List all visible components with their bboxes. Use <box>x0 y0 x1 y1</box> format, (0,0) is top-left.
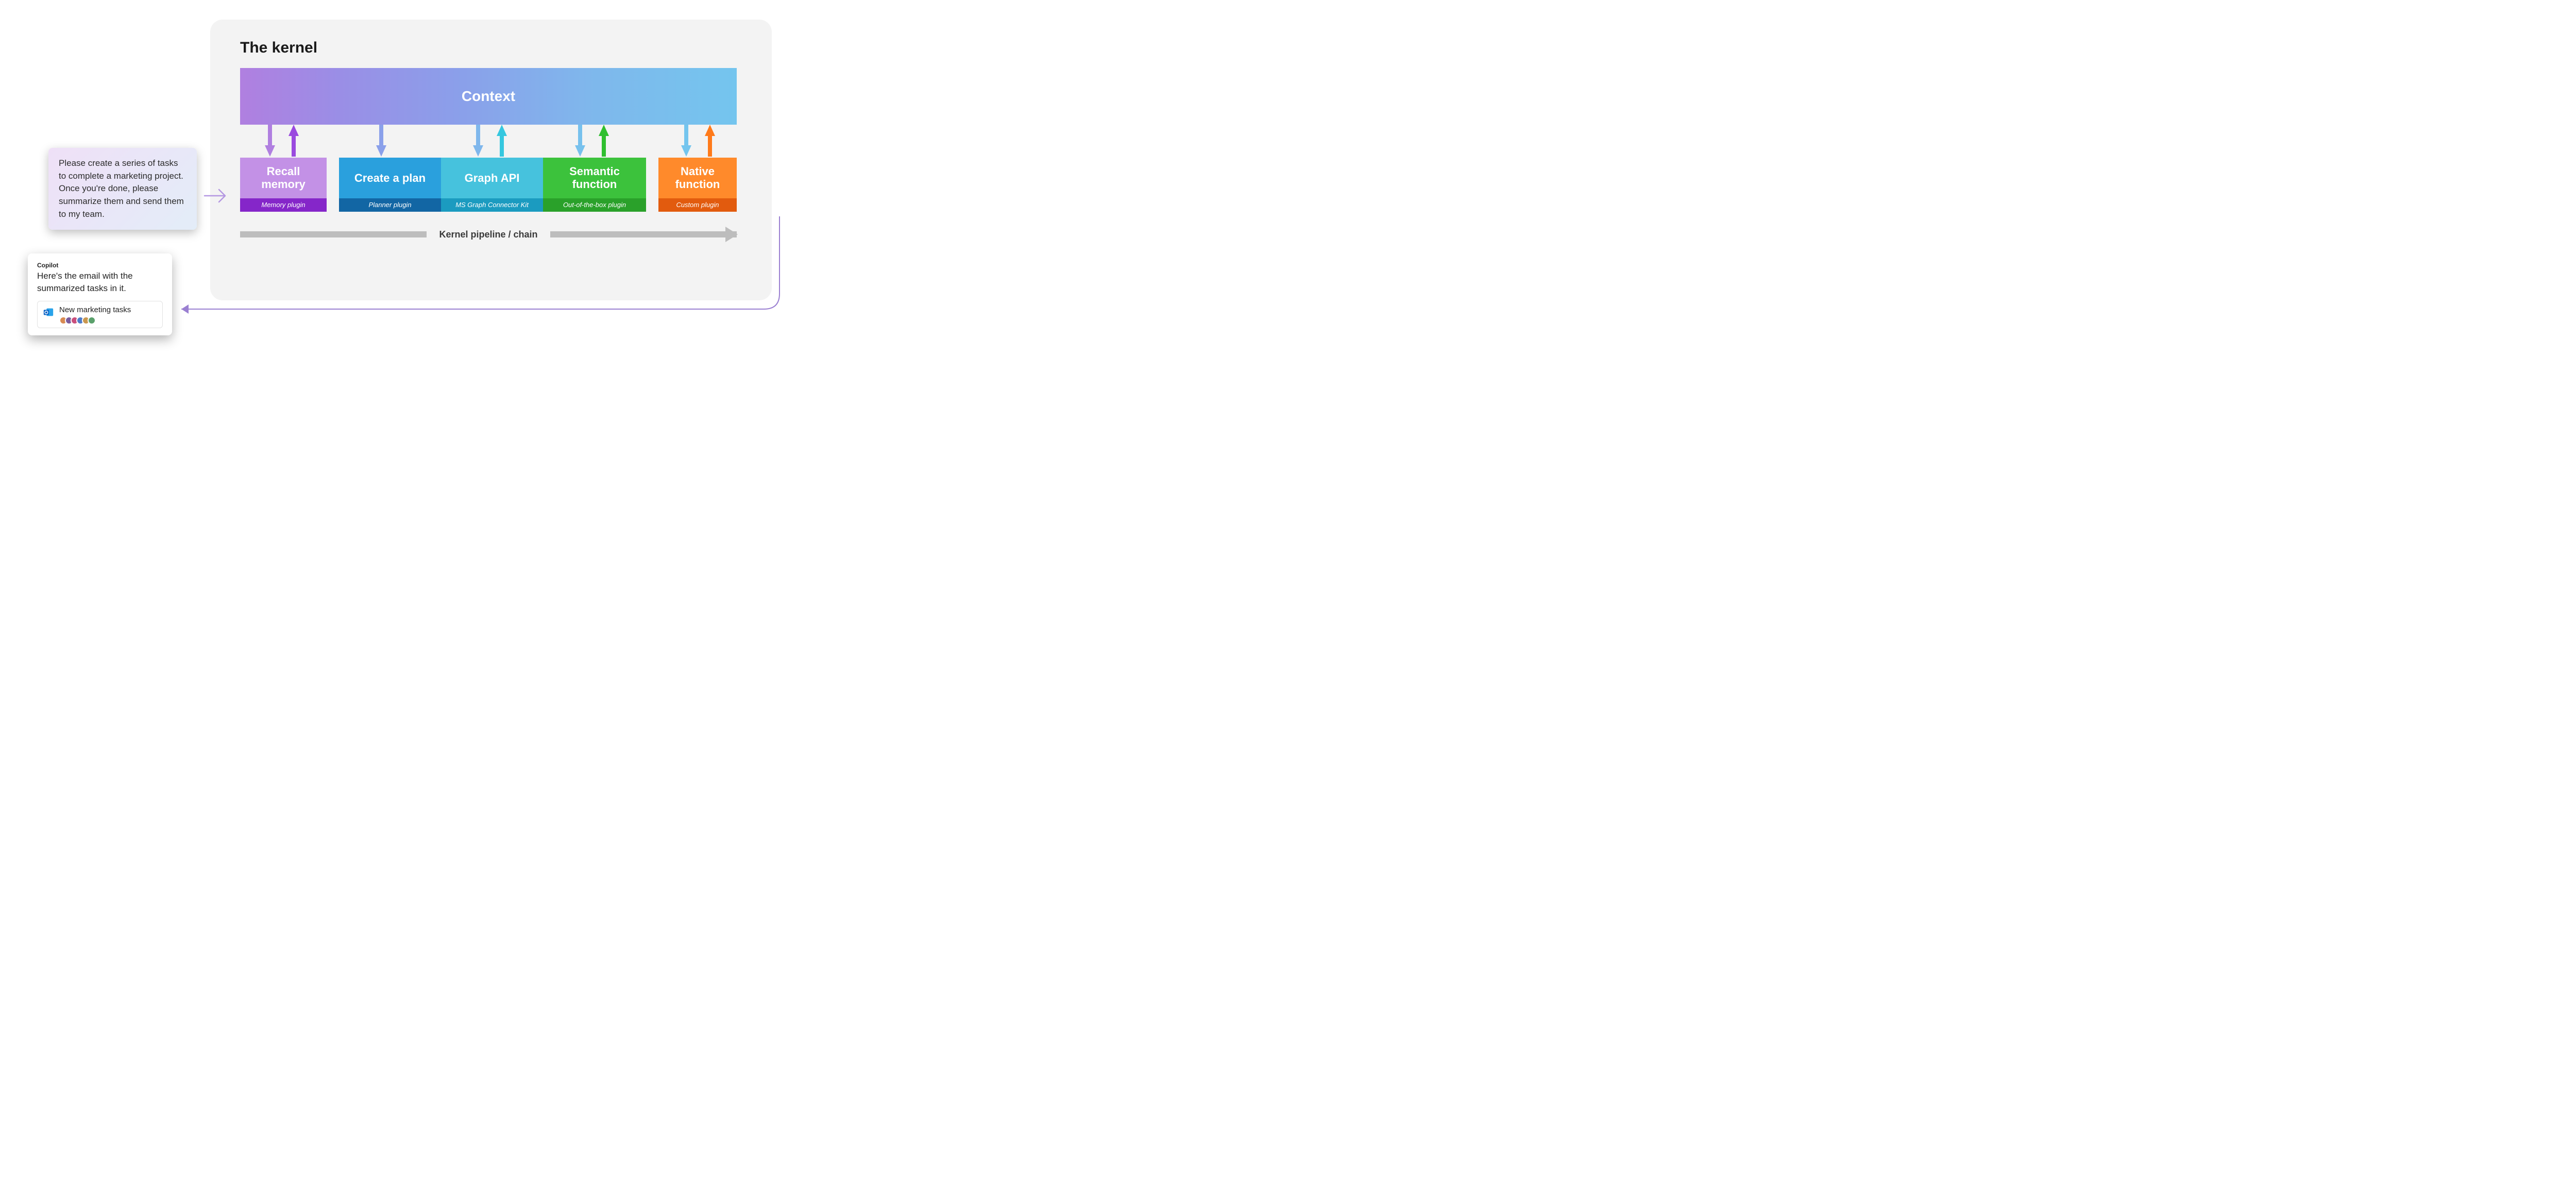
plugin-native-function: Native function Custom plugin <box>658 158 737 212</box>
copilot-label: Copilot <box>37 262 163 269</box>
pipeline-arrow-icon <box>550 231 737 237</box>
spacer <box>646 158 658 212</box>
planner-group: Create a plan Planner plugin Graph API M… <box>339 158 646 212</box>
arrow-right-icon <box>204 185 229 206</box>
email-attachment-chip: New marketing tasks <box>37 301 163 328</box>
plugin-title: Native <box>681 165 715 178</box>
plugin-subtitle: Memory plugin <box>240 198 327 212</box>
pipeline-bar: Kernel pipeline / chain <box>240 229 737 240</box>
plugin-graph-api: Graph API MS Graph Connector Kit <box>441 158 543 212</box>
arrow-down-icon <box>574 125 586 157</box>
copilot-body: Here's the email with the summarized tas… <box>37 270 163 295</box>
plugin-subtitle: Custom plugin <box>658 198 737 212</box>
plugin-title: Recall <box>267 165 300 178</box>
plugin-title: memory <box>261 178 306 191</box>
arrow-up-icon <box>598 125 610 157</box>
plugin-row: Recall memory Memory plugin Create a pla… <box>240 158 737 212</box>
plugin-semantic-function: Semantic function Out-of-the-box plugin <box>543 158 646 212</box>
plugin-title: Create a plan <box>354 172 426 184</box>
plugin-title: Semantic <box>569 165 620 178</box>
avatar-stack <box>59 316 131 325</box>
context-label: Context <box>462 88 515 105</box>
spacer <box>327 158 339 212</box>
user-prompt-text: Please create a series of tasks to compl… <box>59 158 184 219</box>
arrow-up-icon <box>704 125 716 157</box>
arrow-down-icon <box>680 125 692 157</box>
plugin-recall-memory: Recall memory Memory plugin <box>240 158 327 212</box>
arrow-up-icon <box>287 125 300 157</box>
plugin-title: Graph API <box>465 172 520 184</box>
plugin-subtitle: Out-of-the-box plugin <box>543 198 646 212</box>
outlook-icon <box>43 307 54 318</box>
plugin-title: function <box>675 178 720 191</box>
diagram-canvas: The kernel Context <box>10 10 804 350</box>
pipeline-line <box>240 231 427 237</box>
plugin-subtitle: MS Graph Connector Kit <box>441 198 543 212</box>
context-arrow-row <box>240 125 737 158</box>
arrow-down-icon <box>375 125 387 157</box>
pipeline-label: Kernel pipeline / chain <box>427 229 550 240</box>
copilot-output-card: Copilot Here's the email with the summar… <box>28 253 172 335</box>
arrow-up-icon <box>496 125 508 157</box>
plugin-create-plan: Create a plan Planner plugin <box>339 158 441 212</box>
kernel-card: The kernel Context <box>210 20 772 300</box>
arrow-down-icon <box>264 125 276 157</box>
user-prompt-card: Please create a series of tasks to compl… <box>48 148 197 230</box>
plugin-title: function <box>572 178 617 191</box>
context-bar: Context <box>240 68 737 125</box>
avatar <box>88 316 96 325</box>
arrow-down-icon <box>472 125 484 157</box>
email-title: New marketing tasks <box>59 305 131 314</box>
kernel-title: The kernel <box>240 39 751 57</box>
plugin-subtitle: Planner plugin <box>339 198 441 212</box>
